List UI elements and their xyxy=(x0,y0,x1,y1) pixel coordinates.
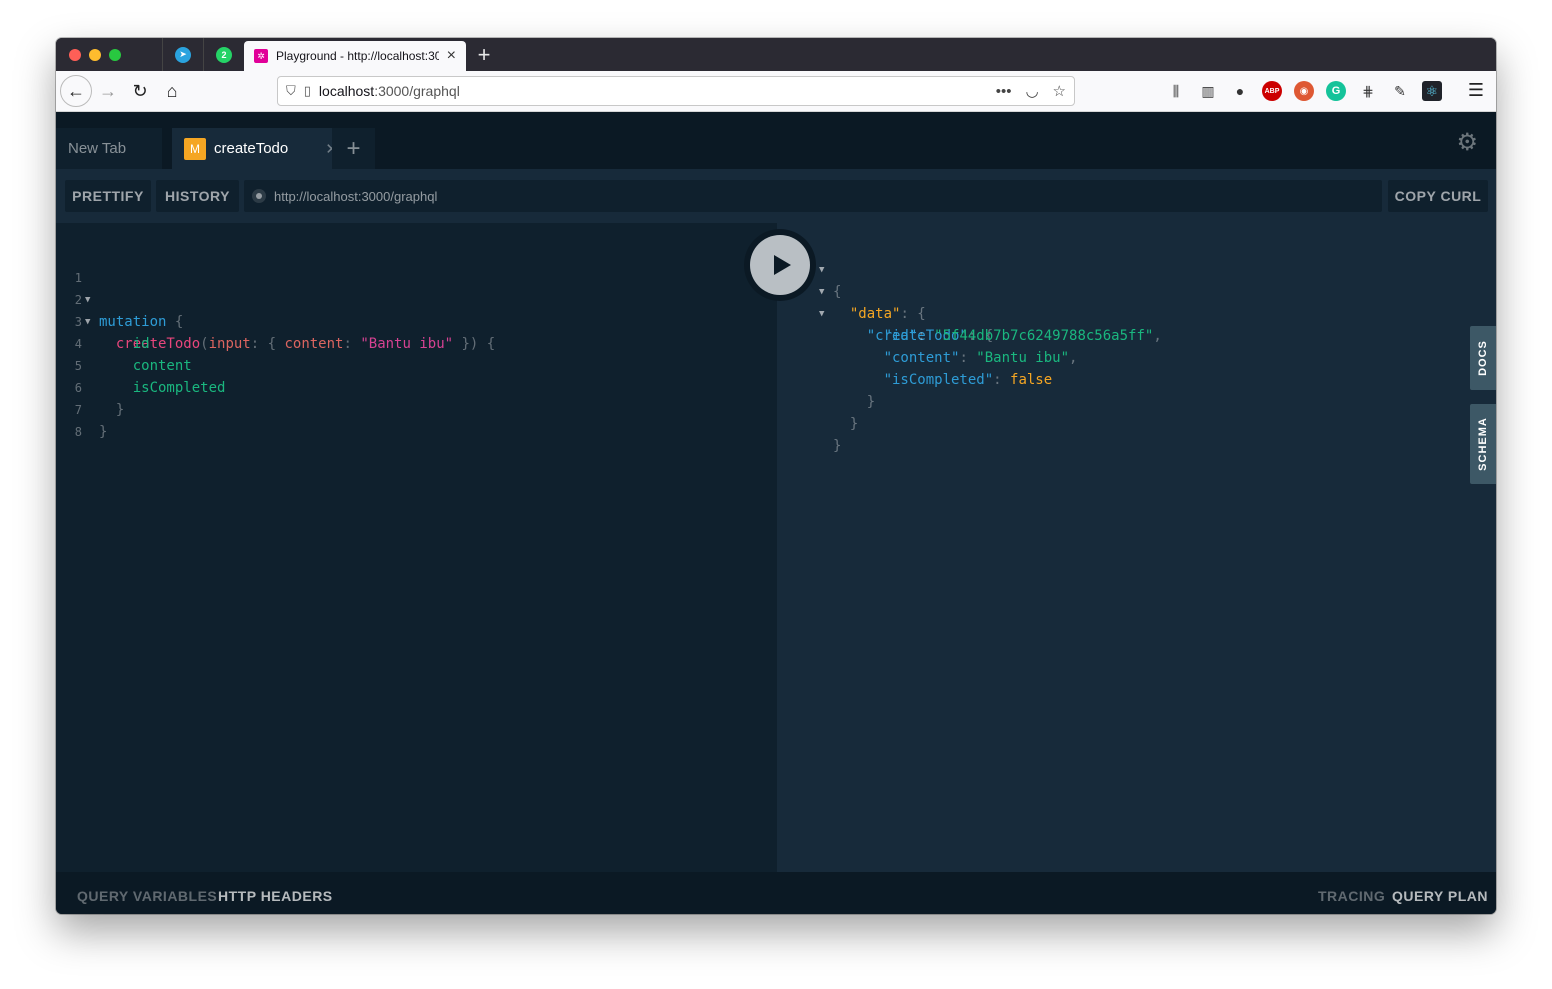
result-viewer[interactable]: ▼ { ▼ "data": { ▼ "createTodo": { "id": … xyxy=(777,223,1496,872)
code-line: 3 id xyxy=(74,315,150,352)
history-button[interactable]: HISTORY xyxy=(156,180,239,212)
duckduckgo-icon[interactable]: ◉ xyxy=(1294,81,1314,101)
navigation-bar: ← → ↻ ⌂ ⛉ ▯ localhost:3000/graphql ••• ◡… xyxy=(56,71,1496,112)
tracing-tab[interactable]: TRACING xyxy=(1318,872,1385,914)
forward-button[interactable]: → xyxy=(92,75,124,107)
browser-tab-active[interactable]: ✲ Playground - http://localhost:3000/gra… xyxy=(244,41,466,71)
result-line: "content": "Bantu ibu", xyxy=(883,350,1078,366)
account-icon[interactable]: ● xyxy=(1230,81,1250,101)
result-line: } xyxy=(833,438,842,454)
menu-icon[interactable]: ☰ xyxy=(1468,80,1484,101)
query-plan-tab[interactable]: QUERY PLAN xyxy=(1392,872,1488,914)
gear-icon[interactable]: ⚙ xyxy=(1456,128,1478,157)
tab-createtodo[interactable]: M createTodo ✕ xyxy=(172,128,350,169)
adblock-icon[interactable]: ABP xyxy=(1262,81,1282,101)
browser-tab-strip: ➤ 2 ✲ Playground - http://localhost:3000… xyxy=(56,38,1496,71)
endpoint-input[interactable]: http://localhost:3000/graphql xyxy=(244,180,1382,212)
react-devtools-icon[interactable]: ⚛ xyxy=(1422,81,1442,101)
home-button[interactable]: ⌂ xyxy=(156,75,188,107)
tab-label: createTodo xyxy=(214,140,289,157)
connection-status-icon xyxy=(252,189,266,203)
grammarly-icon[interactable]: G xyxy=(1326,81,1346,101)
result-line: "isCompleted": false xyxy=(883,372,1053,388)
telegram-icon: ➤ xyxy=(175,46,191,63)
code-line: 6 } xyxy=(74,381,125,418)
result-line: } xyxy=(833,394,876,410)
url-path: :3000/graphql xyxy=(374,83,460,99)
query-variables-tab[interactable]: QUERY VARIABLES xyxy=(77,872,217,914)
code-line: 8 xyxy=(74,425,82,439)
prettify-button[interactable]: PRETTIFY xyxy=(65,180,151,212)
url-text[interactable]: localhost:3000/graphql xyxy=(319,83,982,99)
pinned-tab-telegram[interactable]: ➤ xyxy=(162,38,203,71)
extension-icon[interactable]: ⋕ xyxy=(1358,81,1378,101)
extensions-toolbar: ⫼ ▥ ● ABP ◉ G ⋕ ✎ ⚛ xyxy=(1166,71,1442,111)
code-line: 7 } xyxy=(74,403,108,440)
more-icon[interactable]: ••• xyxy=(996,83,1012,100)
address-bar[interactable]: ⛉ ▯ localhost:3000/graphql ••• ◡ ☆ xyxy=(277,76,1075,106)
browser-tab-title: Playground - http://localhost:3000/graph… xyxy=(276,49,439,63)
docs-tab[interactable]: DOCS xyxy=(1470,326,1496,390)
bottom-panel-bar: QUERY VARIABLES HTTP HEADERS TRACING QUE… xyxy=(56,872,1496,914)
zoom-window-button[interactable] xyxy=(109,48,121,61)
play-button-inner xyxy=(750,235,810,295)
minimize-window-button[interactable] xyxy=(89,48,101,61)
result-line: "id": "5f44db7b7c6249788c56a5ff", xyxy=(883,328,1162,344)
execute-query-button[interactable] xyxy=(744,229,816,301)
copy-curl-button[interactable]: COPY CURL xyxy=(1388,180,1488,212)
url-host: localhost xyxy=(318,83,375,99)
browser-window: ➤ 2 ✲ Playground - http://localhost:3000… xyxy=(56,38,1496,914)
play-icon xyxy=(774,255,791,275)
playground-tab-bar: New Tab M createTodo ✕ + ⚙ xyxy=(56,112,1496,169)
back-button[interactable]: ← xyxy=(60,75,92,107)
code-line: 1 ▼ mutation { xyxy=(74,271,184,330)
star-icon[interactable]: ☆ xyxy=(1053,82,1066,100)
pocket-icon[interactable]: ◡ xyxy=(1025,82,1038,100)
query-editor[interactable]: 1 ▼ mutation { 2 ▼ createTodo(input: { c… xyxy=(56,223,777,872)
toolbar-extension-icon[interactable]: ✎ xyxy=(1390,81,1410,101)
code-line: 2 ▼ createTodo(input: { content: "Bantu … xyxy=(74,293,496,352)
playground-toolbar: PRETTIFY HISTORY http://localhost:3000/g… xyxy=(56,169,1496,223)
tab-label: New Tab xyxy=(68,140,127,157)
graphql-favicon-icon: ✲ xyxy=(254,49,268,63)
new-browser-tab-button[interactable]: + xyxy=(466,38,502,71)
result-line: } xyxy=(833,416,859,432)
window-controls xyxy=(56,38,162,71)
whatsapp-icon: 2 xyxy=(216,46,232,63)
shield-icon[interactable]: ⛉ xyxy=(286,83,296,99)
code-line: 5 isCompleted xyxy=(74,359,226,396)
schema-tab[interactable]: SCHEMA xyxy=(1470,404,1496,484)
sidebar-icon[interactable]: ▥ xyxy=(1198,81,1218,101)
http-headers-tab[interactable]: HTTP HEADERS xyxy=(218,872,333,914)
library-icon[interactable]: ⫼ xyxy=(1166,81,1186,101)
mutation-badge: M xyxy=(184,137,206,160)
endpoint-url: http://localhost:3000/graphql xyxy=(274,188,438,204)
close-window-button[interactable] xyxy=(69,48,81,61)
tab-new-tab[interactable]: New Tab xyxy=(56,128,162,169)
reload-button[interactable]: ↻ xyxy=(124,75,156,107)
code-line: 4 content xyxy=(74,337,192,374)
close-tab-icon[interactable]: × xyxy=(447,47,456,65)
page-icon[interactable]: ▯ xyxy=(304,83,311,99)
add-tab-button[interactable]: + xyxy=(332,128,375,169)
pinned-tab-whatsapp[interactable]: 2 xyxy=(203,38,244,71)
